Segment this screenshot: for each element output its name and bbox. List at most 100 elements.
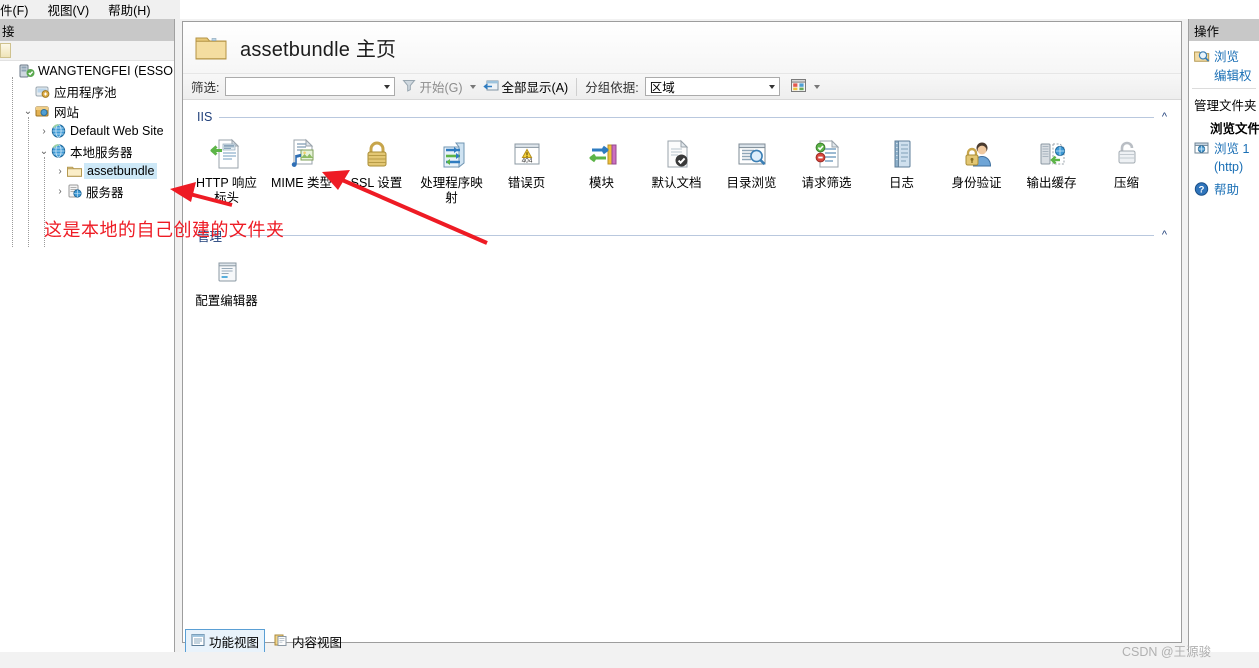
actions-header: 操作	[1189, 19, 1259, 41]
action-help-label: 帮助	[1214, 183, 1240, 197]
mime-types-icon	[284, 136, 320, 172]
tree-twisty-expanded[interactable]: ⌄	[22, 106, 34, 117]
menu-bar: 件(F) 视图(V) 帮助(H)	[0, 0, 180, 19]
annotation-text: 这是本地的自己创建的文件夹	[44, 220, 285, 240]
globe-icon	[50, 143, 67, 159]
content-pane: assetbundle 主页 筛选: 开始(G) 全部显示(A) 分组依据: 区…	[180, 19, 1188, 668]
connections-toolbar-button[interactable]	[0, 43, 11, 58]
tree-item-label: Default Web Site	[70, 124, 164, 138]
feature-tile-http-response-headers[interactable]: HTTP 响应标头	[189, 136, 264, 206]
feature-tile-label: 配置编辑器	[195, 294, 258, 308]
tree-twisty[interactable]: ›	[54, 166, 66, 177]
feature-tile-handler-mappings[interactable]: 处理程序映射	[414, 136, 489, 206]
tree-twisty[interactable]: ›	[54, 186, 66, 197]
feature-tile-label: HTTP 响应标头	[196, 176, 257, 205]
feature-tile-label: 压缩	[1113, 176, 1139, 190]
features-area: IIS ^ HTTP 响应标头 MIME 类型 SSL 设置 处理程序映射 40…	[183, 100, 1181, 642]
tree-item-assetbundle[interactable]: › assetbundle	[0, 161, 174, 181]
show-all-button[interactable]: 全部显示(A)	[482, 77, 569, 96]
actions-pane: 操作 浏览 编辑权 管理文件夹 浏览文件夹	[1188, 19, 1259, 668]
blank-icon	[1193, 67, 1210, 83]
page-header: assetbundle 主页	[183, 22, 1181, 74]
funnel-icon	[402, 78, 417, 95]
feature-tile-authentication[interactable]: 身份验证	[939, 136, 1014, 206]
menu-item-file[interactable]: 件(F)	[0, 0, 35, 20]
watermark: CSDN @王源骏	[1122, 645, 1212, 659]
tree-item-local-server[interactable]: ⌄ 本地服务器	[0, 141, 174, 161]
action-browse[interactable]: 浏览	[1189, 46, 1259, 65]
feature-tile-label: MIME 类型	[270, 176, 333, 190]
tree-item-application-pools[interactable]: 应用程序池	[0, 81, 174, 101]
tree-item-label: WANGTENGFEI (ESSOFT\w	[38, 64, 174, 78]
modules-icon	[584, 136, 620, 172]
actions-title: 操作	[1194, 24, 1220, 39]
browse-icon	[1193, 48, 1210, 64]
actions-sub-title: 浏览文件夹	[1210, 122, 1259, 136]
feature-tile-request-filtering[interactable]: 请求筛选	[789, 136, 864, 206]
error-pages-icon: 404	[509, 136, 545, 172]
feature-tile-mime-types[interactable]: MIME 类型	[264, 136, 339, 206]
tab-features-view[interactable]: 功能视图	[185, 628, 266, 654]
action-edit-permissions[interactable]: 编辑权	[1189, 65, 1259, 84]
feature-tile-configuration-editor[interactable]: 配置编辑器	[189, 254, 264, 309]
status-strip	[0, 652, 1259, 668]
app-pool-icon	[34, 83, 51, 99]
menu-item-view[interactable]: 视图(V)	[47, 0, 96, 20]
connections-tree[interactable]: WANGTENGFEI (ESSOFT\w 应用程序池 ⌄	[0, 61, 174, 653]
view-mode-button[interactable]	[790, 78, 820, 96]
tree-twisty[interactable]: ›	[38, 126, 50, 137]
chevron-up-icon[interactable]: ^	[1162, 229, 1167, 241]
http-response-headers-icon	[209, 136, 245, 172]
feature-tile-label: 请求筛选	[801, 176, 852, 190]
action-edit-permissions-label: 编辑权	[1214, 69, 1252, 83]
view-mode-icon	[790, 78, 807, 96]
section-title: IIS	[197, 110, 213, 124]
toolbar-separator	[576, 77, 578, 96]
connections-pane: 接 WANGTENGFEI (ESSO 应用程序池 ⌄ 网站 › Default…	[0, 19, 174, 668]
feature-tile-label: 错误页	[507, 176, 546, 190]
tab-content-view[interactable]: 内容视图	[269, 630, 347, 653]
feature-tile-error-pages[interactable]: 404 错误页	[489, 136, 564, 206]
feature-tile-logging[interactable]: 日志	[864, 136, 939, 206]
management-tile-grid: 配置编辑器	[183, 244, 1181, 315]
connections-header: 接	[0, 19, 174, 41]
feature-tile-directory-browsing[interactable]: 目录浏览	[714, 136, 789, 206]
action-browse-site[interactable]: 浏览 1	[1189, 138, 1259, 157]
chevron-down-icon[interactable]	[384, 84, 391, 89]
tree-item-sites[interactable]: ⌄ 网站	[0, 101, 174, 121]
folder-icon	[195, 35, 227, 61]
feature-tile-label: 输出缓存	[1026, 176, 1077, 190]
group-by-value: 区域	[649, 81, 675, 95]
chevron-down-icon[interactable]	[469, 84, 476, 89]
feature-tile-ssl-settings[interactable]: SSL 设置	[339, 136, 414, 206]
view-tab-bar: 功能视图 内容视图	[180, 628, 1188, 654]
tree-twisty-expanded[interactable]: ⌄	[38, 146, 50, 157]
tree-item-server[interactable]: WANGTENGFEI (ESSOFT\w	[0, 61, 174, 81]
app-window: 件(F) 视图(V) 帮助(H) 接 WANGTENGFEI (ESSO 应用程…	[0, 0, 1259, 668]
feature-tile-output-caching[interactable]: 输出缓存	[1014, 136, 1089, 206]
section-header-management: 管理 ^	[197, 226, 1167, 244]
chevron-down-icon[interactable]	[768, 84, 775, 89]
authentication-icon	[959, 136, 995, 172]
start-filter-button[interactable]: 开始(G)	[402, 77, 476, 96]
feature-tile-compression[interactable]: 压缩	[1089, 136, 1164, 206]
chevron-up-icon[interactable]: ^	[1162, 111, 1167, 123]
chevron-down-icon[interactable]	[813, 84, 820, 89]
filter-input[interactable]	[225, 77, 396, 96]
action-browse-site-protocol[interactable]: (http)	[1189, 157, 1259, 176]
tree-item-label: 网站	[54, 105, 80, 120]
handler-mappings-icon	[434, 136, 470, 172]
tree-item-default-web-site[interactable]: › Default Web Site	[0, 121, 174, 141]
feature-tile-modules[interactable]: 模块	[564, 136, 639, 206]
configuration-editor-icon	[209, 254, 245, 290]
show-all-label: 全部显示(A)	[501, 81, 569, 95]
group-by-select[interactable]: 区域	[644, 77, 780, 96]
menu-item-help[interactable]: 帮助(H)	[108, 0, 157, 20]
tree-item-fuwuqi[interactable]: › 服务器	[0, 181, 174, 201]
filter-toolbar: 筛选: 开始(G) 全部显示(A) 分组依据: 区域	[183, 74, 1181, 100]
feature-tile-label: 目录浏览	[726, 176, 777, 190]
action-browse-label: 浏览	[1214, 50, 1240, 64]
compression-icon	[1109, 136, 1145, 172]
action-help[interactable]: ? 帮助	[1189, 179, 1259, 198]
feature-tile-default-document[interactable]: 默认文档	[639, 136, 714, 206]
